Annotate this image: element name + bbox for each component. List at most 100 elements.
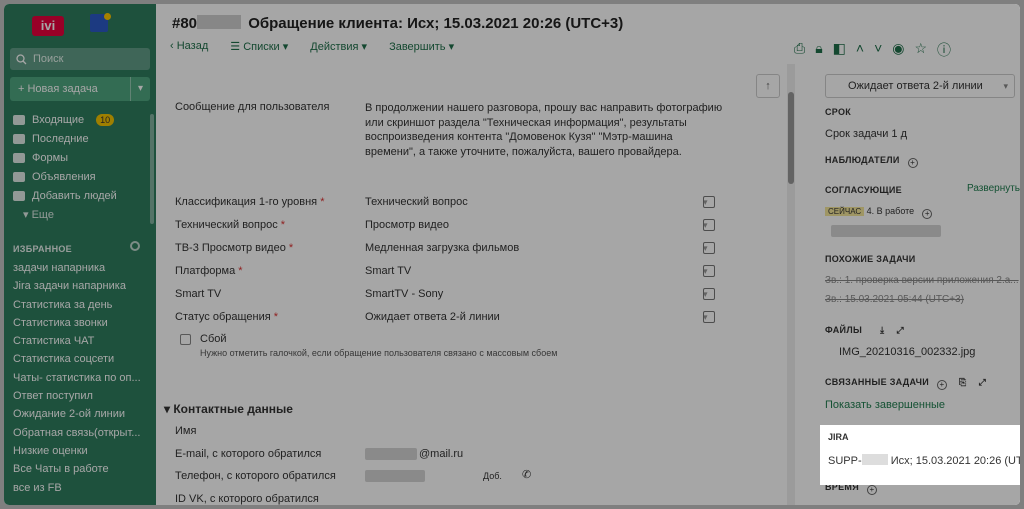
field-row[interactable]: Классификация 1-го уровня * Технический … — [175, 192, 715, 212]
step-label: 4. В работе — [866, 206, 915, 216]
task-id: #80 — [172, 15, 198, 32]
chevron-left-icon: ‹ — [170, 40, 177, 52]
field-row[interactable]: Технический вопрос * Просмотр видео ▾ — [175, 215, 715, 235]
favorite-item[interactable]: Статистика звонки — [13, 314, 141, 332]
sidebar-item-forms[interactable]: Формы — [13, 148, 117, 167]
status-select[interactable]: Ожидает ответа 2-й линии ▾ — [825, 74, 1015, 98]
field-label: Smart TV — [175, 288, 222, 300]
expand-link[interactable]: Развернуть — [967, 183, 1020, 194]
favorite-item[interactable]: Статистика за день — [13, 296, 141, 314]
chevron-up-icon[interactable]: ˄ — [856, 40, 864, 60]
app-window: ivi Поиск + Новая задача ▾ Входящие 10 По… — [4, 4, 1020, 505]
actions-menu[interactable]: Действия ▾ — [310, 40, 367, 58]
jira-issue-link[interactable]: SUPP- Исх; 15.03.2021 20:26 (UTC+... — [828, 454, 1020, 467]
sidebar-nav: Входящие 10 Последние Формы Объявления До… — [13, 110, 117, 224]
clipboard-icon[interactable]: ⎘ — [959, 377, 967, 387]
search-input[interactable]: Поиск — [10, 48, 150, 70]
favorite-item[interactable]: Ожидание 2-ой линии — [13, 405, 141, 423]
collapse-triangle-icon: ▾ — [164, 402, 174, 416]
favorite-item[interactable]: Обратная связь(открыт... — [13, 424, 141, 442]
task-form: ↑ Сообщение для пользователя В продолжен… — [156, 64, 789, 505]
now-badge: СЕЙЧАС — [825, 207, 865, 216]
favorite-item[interactable]: Все Чаты в работе — [13, 460, 141, 478]
sidebar-item-more[interactable]: ▾ Еще — [13, 205, 117, 224]
jira-prefix: SUPP- — [828, 455, 862, 467]
add-people-icon — [13, 190, 25, 201]
download-icon[interactable]: ⤓ — [880, 325, 884, 335]
field-row[interactable]: Статус обращения * Ожидает ответа 2-й ли… — [175, 307, 715, 327]
main-scrollbar[interactable] — [787, 64, 795, 505]
favorite-item[interactable]: задачи напарника — [13, 259, 141, 277]
finish-menu[interactable]: Завершить ▾ — [389, 40, 454, 58]
external-link-icon[interactable] — [703, 196, 715, 208]
similar-task-2[interactable]: Зв.: 15.03.2021 05:44 (UTC+3) — [825, 294, 964, 305]
add-linked-icon[interactable]: + — [936, 380, 947, 390]
favorite-item[interactable]: Статистика ЧАТ — [13, 332, 141, 350]
field-row[interactable]: Платформа * Smart TV ▾ — [175, 261, 715, 281]
watch-icon[interactable]: ◉ — [892, 40, 904, 60]
add-watcher-icon[interactable]: + — [907, 158, 918, 168]
back-button[interactable]: ‹ Назад — [170, 40, 208, 58]
favorite-item[interactable]: Jira задачи напарника — [13, 277, 141, 295]
sidebar-item-add-people[interactable]: Добавить людей — [13, 186, 117, 205]
lists-menu[interactable]: ☰ Списки ▾ — [230, 40, 288, 58]
add-approver-icon[interactable]: + — [922, 209, 933, 219]
favorite-item[interactable]: Чаты- статистика по оп... — [13, 369, 141, 387]
forms-icon — [13, 152, 25, 163]
jira-header: JIRA — [828, 432, 849, 442]
add-time-icon[interactable]: + — [866, 485, 877, 495]
sidebar-item-announcements[interactable]: Объявления — [13, 167, 117, 186]
favorite-item[interactable]: Статистика соцсети — [13, 350, 141, 368]
contacts-section-header[interactable]: ▾ Контактные данные — [164, 402, 293, 416]
chevron-down-icon[interactable]: ▾ — [130, 77, 150, 101]
scrollbar-thumb[interactable] — [788, 92, 794, 184]
scroll-up-button[interactable]: ↑ — [756, 74, 780, 98]
panel-icon[interactable]: ◧ — [833, 40, 846, 60]
watchers-title: НАБЛЮДАТЕЛИ — [825, 155, 900, 165]
ext-label: Доб. — [483, 471, 502, 481]
field-value[interactable]: Просмотр видео — [365, 219, 703, 231]
lock-icon[interactable]: 🔒︎ — [815, 40, 822, 60]
similar-task-1[interactable]: Зв.: 1. проверка версии приложения 2.а..… — [825, 275, 1019, 286]
favorite-item[interactable]: Низкие оценки — [13, 442, 141, 460]
list-icon: ☰ — [230, 41, 244, 53]
failure-checkbox[interactable] — [180, 334, 191, 345]
favorite-item[interactable]: Ответ поступил — [13, 387, 141, 405]
gear-icon[interactable] — [130, 241, 140, 251]
expand-icon[interactable]: ⤢ — [979, 377, 987, 387]
field-value[interactable]: SmartTV - Sony — [365, 288, 703, 300]
sidebar-item-label: Формы — [32, 151, 69, 164]
sidebar-item-inbox[interactable]: Входящие 10 — [13, 110, 117, 129]
field-value[interactable]: Smart TV — [365, 265, 703, 277]
sidebar-item-label: Входящие — [32, 113, 85, 126]
sidebar-item-recent[interactable]: Последние — [13, 129, 117, 148]
email-value[interactable]: @mail.ru — [419, 448, 463, 460]
sidebar-scrollbar[interactable] — [150, 114, 154, 224]
favorite-item[interactable]: все из FB — [13, 479, 141, 497]
deadline-value[interactable]: Срок задачи 1 д — [825, 128, 907, 140]
field-value[interactable]: Медленная загрузка фильмов — [365, 242, 703, 254]
star-icon[interactable]: ☆ — [914, 40, 927, 60]
show-completed-link[interactable]: Показать завершенные — [825, 399, 945, 411]
chevron-down-icon[interactable]: ˅ — [874, 40, 882, 60]
external-link-icon[interactable] — [703, 242, 715, 254]
field-row[interactable]: Smart TV SmartTV - Sony ▾ — [175, 284, 715, 304]
file-name[interactable]: IMG_20210316_002332.jpg — [839, 346, 975, 358]
expand-icon[interactable]: ⤢ — [896, 325, 904, 335]
external-link-icon[interactable] — [703, 219, 715, 231]
field-value[interactable]: Технический вопрос — [365, 196, 703, 208]
external-link-icon[interactable] — [703, 265, 715, 277]
new-task-button[interactable]: + Новая задача ▾ — [10, 77, 150, 101]
jira-highlight: JIRA SUPP- Исх; 15.03.2021 20:26 (UTC+..… — [820, 425, 1020, 485]
field-value[interactable]: Ожидает ответа 2-й линии — [365, 311, 703, 323]
chevron-down-icon: ▾ — [279, 41, 289, 53]
info-icon[interactable]: ⓘ — [937, 40, 951, 60]
external-link-icon[interactable] — [703, 311, 715, 323]
field-row[interactable]: ТВ-3 Просмотр видео * Медленная загрузка… — [175, 238, 715, 258]
message-text[interactable]: В продолжении нашего разговора, прошу ва… — [365, 101, 725, 159]
print-icon[interactable]: ⎙ — [794, 40, 805, 60]
external-link-icon[interactable] — [703, 288, 715, 300]
phone-icon[interactable]: ✆ — [522, 468, 531, 481]
ivi-logo[interactable]: ivi — [32, 16, 64, 36]
jira-title: Исх; 15.03.2021 20:26 (UTC+... — [890, 455, 1020, 467]
